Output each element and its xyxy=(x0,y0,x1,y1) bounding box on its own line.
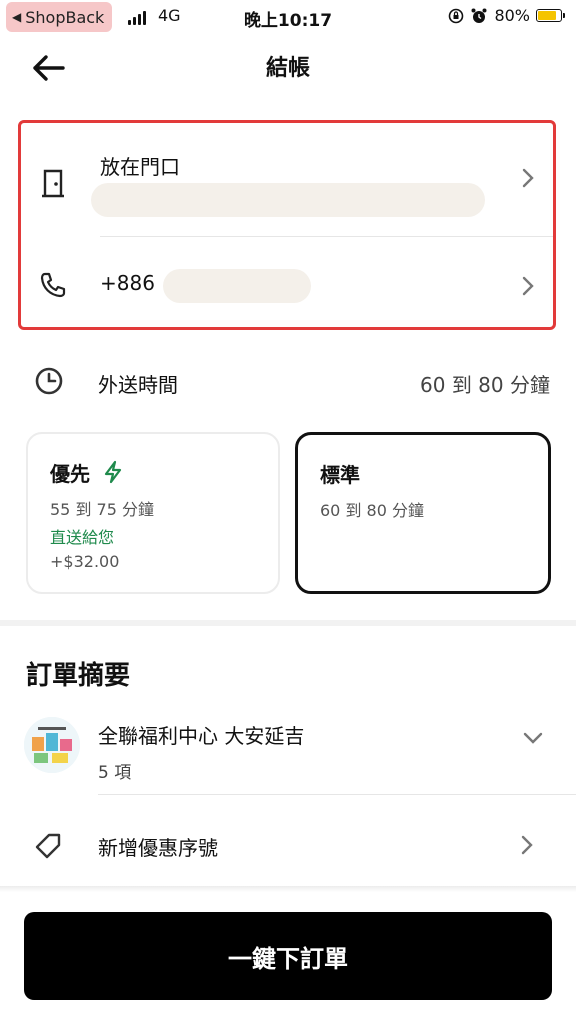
standard-delivery-option[interactable]: 標準 60 到 80 分鐘 xyxy=(295,432,551,594)
door-icon xyxy=(35,165,71,201)
option-eta: 55 到 75 分鐘 xyxy=(50,500,154,519)
tag-icon xyxy=(34,830,64,864)
page-title: 結帳 xyxy=(265,56,310,81)
chevron-down-icon xyxy=(522,730,544,749)
place-order-button[interactable]: 一鍵下訂單 xyxy=(24,912,552,1000)
section-divider xyxy=(0,620,576,626)
option-price: +$32.00 xyxy=(50,552,120,571)
item-count: 5 項 xyxy=(98,763,132,783)
battery-icon xyxy=(536,9,565,22)
chevron-right-icon xyxy=(521,275,535,303)
divider xyxy=(98,794,576,795)
store-row[interactable]: 全聯福利中心 大安延吉 5 項 xyxy=(96,712,556,783)
alarm-icon xyxy=(471,8,487,23)
priority-delivery-option[interactable]: 優先 55 到 75 分鐘 直送給您 +$32.00 xyxy=(26,432,280,594)
dropoff-label: 放在門口 xyxy=(100,155,180,179)
add-promo-row[interactable]: 新增優惠序號 xyxy=(0,800,576,888)
order-summary-title: 訂單摘要 xyxy=(26,661,131,691)
option-note: 直送給您 xyxy=(50,528,115,547)
option-name: 標準 xyxy=(320,463,360,487)
option-name: 優先 xyxy=(50,458,123,487)
footer-shadow xyxy=(0,886,576,892)
delivery-time-label: 外送時間 xyxy=(98,373,178,397)
address-redacted xyxy=(91,183,485,217)
status-bar: ◀ ShopBack 4G 晚上10:17 80% xyxy=(0,0,576,34)
promo-label: 新增優惠序號 xyxy=(98,836,218,860)
clock-icon xyxy=(34,366,66,398)
battery-percent: 80% xyxy=(494,6,530,25)
store-name: 全聯福利中心 大安延吉 xyxy=(98,724,305,748)
phone-redacted xyxy=(163,269,311,303)
delivery-time-range: 60 到 80 分鐘 xyxy=(420,373,550,397)
chevron-right-icon xyxy=(521,167,535,195)
orientation-lock-icon xyxy=(449,8,464,23)
phone-prefix: +886 xyxy=(100,271,155,295)
lightning-icon xyxy=(104,460,122,484)
store-logo xyxy=(24,717,80,773)
phone-row[interactable]: +886 xyxy=(21,237,553,327)
option-eta: 60 到 80 分鐘 xyxy=(320,501,424,520)
phone-icon xyxy=(35,267,71,303)
delivery-address-card: 放在門口 +886 xyxy=(18,120,556,330)
chevron-right-icon xyxy=(520,834,534,860)
dropoff-row[interactable]: 放在門口 xyxy=(21,123,553,235)
